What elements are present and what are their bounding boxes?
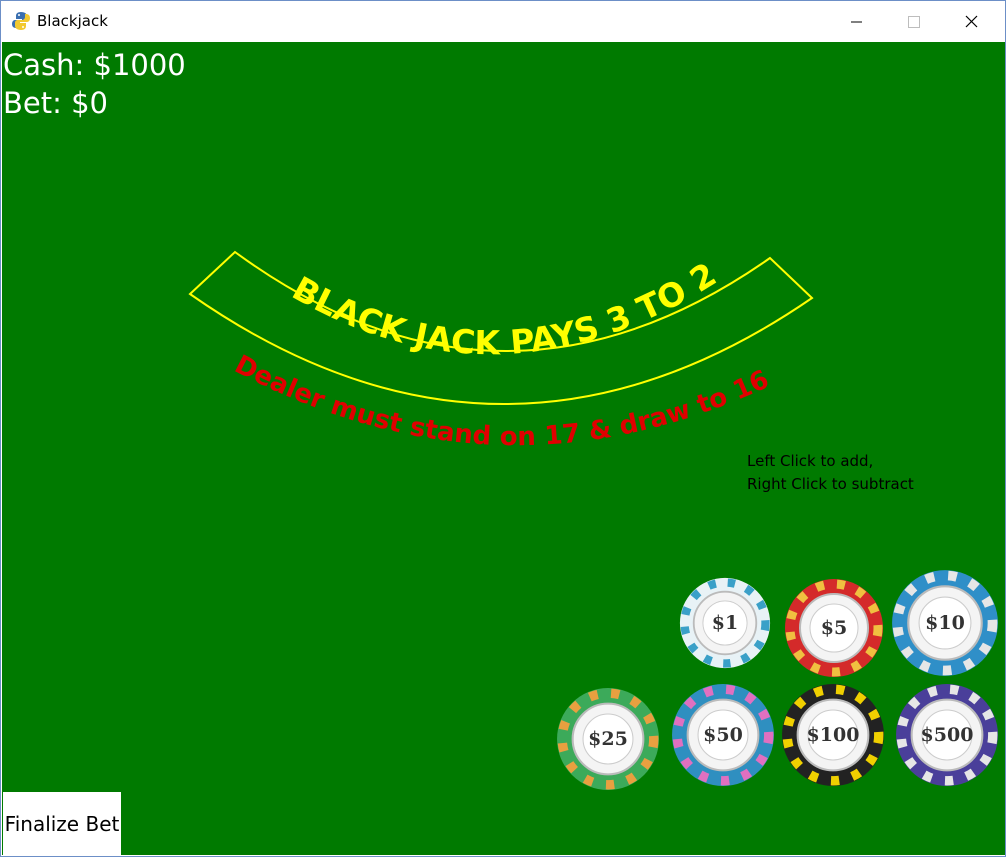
chip-25[interactable]: $25 — [556, 687, 660, 791]
maximize-icon — [908, 16, 920, 28]
python-snake-icon — [12, 12, 30, 30]
maximize-button[interactable] — [884, 1, 942, 41]
chip-500[interactable]: $500 — [895, 682, 999, 788]
chip-label: $100 — [806, 724, 860, 746]
help-line-subtract: Right Click to subtract — [747, 475, 914, 493]
chip-50[interactable]: $50 — [671, 682, 775, 788]
minimize-icon — [851, 21, 862, 23]
window-title: Blackjack — [37, 12, 108, 30]
chip-label: $25 — [588, 728, 628, 750]
close-icon — [965, 15, 978, 28]
close-button[interactable] — [942, 1, 1000, 41]
blackjack-table: Cash: $1000 Bet: $0 BLACK JACK PAYS 3 TO… — [2, 42, 1005, 855]
app-window: Blackjack Cash: $1000 Bet: $0 BLACK JACK… — [0, 0, 1006, 857]
chip-5[interactable]: $5 — [784, 578, 884, 678]
chip-label: $1 — [711, 612, 739, 634]
chip-100[interactable]: $100 — [781, 682, 885, 788]
help-line-add: Left Click to add, — [747, 452, 874, 470]
chip-label: $5 — [820, 617, 848, 639]
chip-label: $50 — [703, 724, 743, 746]
title-bar: Blackjack — [1, 1, 1005, 41]
chip-10[interactable]: $10 — [891, 569, 999, 677]
chip-help-text: Left Click to add, Right Click to subtra… — [747, 450, 914, 496]
chip-label: $500 — [920, 724, 974, 746]
chip-1[interactable]: $1 — [679, 577, 771, 669]
arc-text: BLACK JACK PAYS 3 TO 2 — [286, 255, 723, 363]
chip-label: $10 — [925, 612, 965, 634]
minimize-button[interactable] — [827, 1, 885, 41]
finalize-bet-button[interactable]: Finalize Bet — [3, 792, 121, 855]
